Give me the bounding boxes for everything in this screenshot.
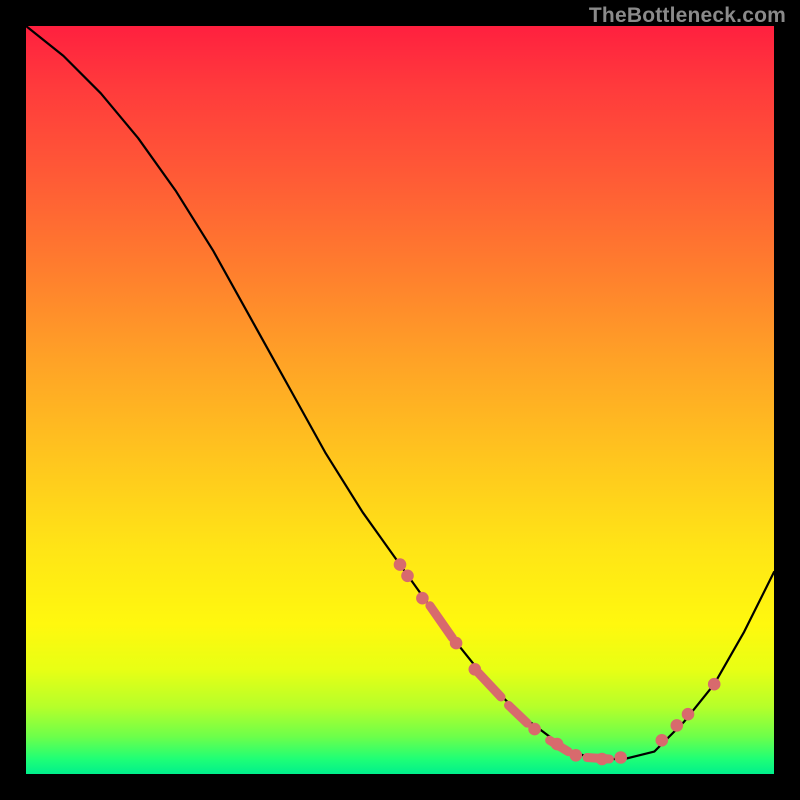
plot-overlay [26, 26, 774, 774]
marker-dot [469, 664, 481, 676]
watermark-text: TheBottleneck.com [589, 4, 786, 28]
marker-dot [394, 559, 406, 571]
marker-dot [570, 750, 582, 762]
marker-dot [529, 723, 541, 735]
marker-dash [430, 606, 453, 638]
marker-dot [671, 720, 683, 732]
marker-dot [402, 570, 414, 582]
marker-dash [479, 673, 502, 697]
marker-dash [509, 705, 528, 723]
chart-stage: TheBottleneck.com [0, 0, 800, 800]
bottleneck-curve [26, 26, 774, 759]
marker-dot [551, 738, 563, 750]
marker-dot [682, 708, 694, 720]
marker-dot [417, 592, 429, 604]
marker-dot [450, 637, 462, 649]
marker-dot [596, 753, 608, 765]
marker-dot [708, 678, 720, 690]
marker-dot [615, 752, 627, 764]
marker-dot [656, 735, 668, 747]
marker-dashes [430, 606, 610, 759]
